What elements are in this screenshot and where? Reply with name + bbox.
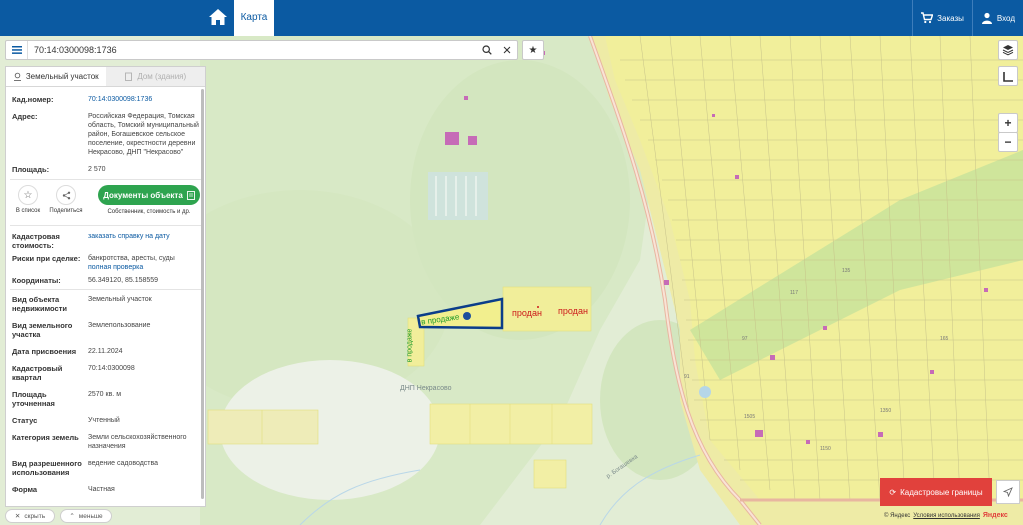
cadastral-borders-button[interactable]: ⟳ Кадастровые границы: [880, 478, 992, 506]
location-arrow-icon: [1003, 487, 1013, 497]
field-permitted-use: Вид разрешенного использования ведение с…: [12, 459, 159, 477]
parcel-number: 1350: [880, 408, 892, 414]
close-icon: [503, 46, 511, 54]
label-sold-2: продан: [558, 306, 588, 316]
chevron-up-icon: ⌃: [69, 513, 75, 520]
field-address: Адрес: Российская Федерация, Томская обл…: [12, 112, 199, 156]
star-outline-icon: ☆: [23, 189, 33, 201]
panel-scrollbar[interactable]: [201, 89, 204, 499]
user-icon: [981, 12, 992, 24]
label-for-sale-2: в продаже: [406, 328, 414, 363]
home-icon[interactable]: [208, 8, 228, 26]
plus-icon: +: [1004, 116, 1012, 130]
field-cadastral-value: Кадастровая стоимость: заказать справку …: [6, 232, 205, 250]
parcel-number: 91: [684, 374, 690, 380]
field-ownership-form: Форма Частная: [12, 485, 115, 494]
zoom-out-button[interactable]: −: [998, 132, 1018, 152]
object-actions: ☆ В список Поделиться Документы объекта …: [6, 185, 205, 225]
ruler-icon: [1002, 71, 1013, 82]
layers-icon: [1002, 45, 1014, 56]
object-info-panel: Земельный участок Дом (здания) Кад.номер…: [5, 66, 206, 507]
ruler-button[interactable]: [998, 66, 1018, 86]
hide-panel-button[interactable]: ✕ скрыть: [5, 509, 55, 523]
share-button[interactable]: Поделиться: [48, 185, 84, 214]
collapse-panel-button[interactable]: ⌃ меньше: [60, 509, 112, 523]
field-land-category: Категория земель Земли сельскохозяйствен…: [12, 433, 187, 450]
geolocation-button[interactable]: [996, 480, 1020, 504]
share-icon: [62, 191, 70, 199]
login-button[interactable]: Вход: [971, 0, 1023, 36]
field-status: Статус Учтенный: [12, 416, 120, 425]
tab-map[interactable]: Карта: [234, 0, 274, 36]
login-label: Вход: [996, 13, 1015, 23]
cadastral-number-link[interactable]: 70:14:0300098:1736: [88, 95, 199, 104]
order-certificate-link[interactable]: заказать справку на дату: [88, 232, 199, 250]
menu-button[interactable]: [6, 41, 28, 59]
star-icon: ★: [528, 44, 538, 56]
search-icon: [482, 45, 492, 55]
field-assign-date: Дата присвоения 22.11.2024: [12, 347, 123, 356]
full-check-link[interactable]: полная проверка: [88, 263, 199, 272]
top-right-menu: Заказы Вход: [912, 0, 1023, 36]
label-settlement: ДНП Некрасово: [400, 385, 452, 392]
close-icon: ✕: [14, 513, 21, 520]
add-to-list-button[interactable]: ☆ В список: [10, 185, 46, 214]
parcel-number: 165: [940, 336, 949, 342]
hamburger-icon: [11, 46, 22, 54]
panel-tabs: Земельный участок Дом (здания): [6, 67, 205, 87]
documents-block: Документы объекта Собственник, стоимость…: [98, 185, 200, 215]
field-cadastral-number: Кад.номер: 70:14:0300098:1736: [6, 95, 205, 104]
field-plot-type: Вид земельного участка Землепользование: [12, 321, 151, 339]
yandex-logo: Яндекс: [982, 512, 1008, 519]
field-specified-area: Площадь уточненная 2570 кв. м: [12, 390, 122, 408]
field-object-type: Вид объекта недвижимости Земельный участ…: [12, 295, 152, 313]
document-icon: [186, 190, 195, 200]
field-coordinates: Координаты: 56.349120, 85.158559: [12, 276, 159, 285]
parcel-number: 97: [742, 336, 748, 342]
parcel-number: 117: [790, 290, 798, 296]
field-cadastral-quarter: Кадастровый квартал 70:14:0300098: [12, 364, 135, 382]
tab-land-plot[interactable]: Земельный участок: [6, 67, 106, 86]
parcel-number: 1505: [744, 414, 756, 420]
minus-icon: −: [1004, 135, 1012, 149]
field-deal-risks: Риски при сделке: банкротства, аресты, с…: [6, 254, 205, 272]
label-sold-1: продан: [512, 308, 542, 318]
building-icon: [125, 72, 133, 81]
cart-icon: [921, 12, 934, 24]
search-button[interactable]: [477, 41, 497, 59]
favorites-button[interactable]: ★: [522, 40, 544, 60]
tab-house-label: Дом (здания): [137, 72, 187, 81]
zoom-in-button[interactable]: +: [998, 113, 1018, 133]
orders-button[interactable]: Заказы: [912, 0, 972, 36]
orders-label: Заказы: [937, 13, 964, 23]
clear-button[interactable]: [497, 41, 517, 59]
map-footer: © Яндекс Условия использования Яндекс: [884, 512, 1008, 519]
tab-house[interactable]: Дом (здания): [105, 67, 205, 86]
refresh-icon: ⟳: [889, 487, 897, 497]
parcel-number: 135: [842, 268, 851, 274]
top-bar: Карта Заказы Вход: [0, 0, 1023, 36]
land-icon: [13, 72, 21, 81]
documents-button[interactable]: Документы объекта: [98, 185, 200, 205]
tab-land-label: Земельный участок: [25, 72, 99, 81]
parcel-number: 1150: [820, 446, 831, 452]
terms-link[interactable]: Условия использования: [913, 513, 980, 519]
search-input[interactable]: [28, 42, 477, 58]
field-area: Площадь: 2 570: [12, 165, 106, 174]
layers-button[interactable]: [998, 40, 1018, 60]
search-bar: [5, 40, 518, 60]
